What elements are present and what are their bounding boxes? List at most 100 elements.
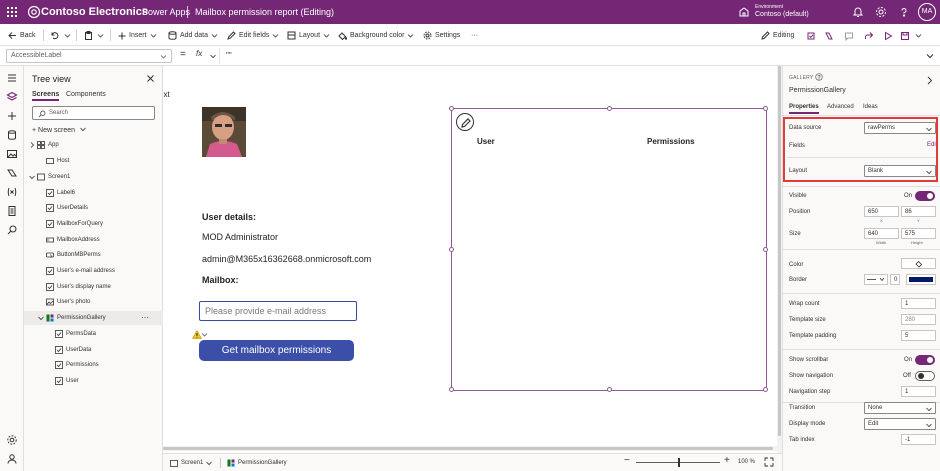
border-style-dropdown[interactable] xyxy=(864,274,888,285)
resize-handle[interactable] xyxy=(607,106,612,111)
tree-item-user[interactable]: User xyxy=(24,374,163,388)
border-color-button[interactable] xyxy=(906,274,936,285)
control-name[interactable]: PermissionGallery xyxy=(789,87,846,94)
help-icon[interactable] xyxy=(898,6,910,18)
display-mode-dropdown[interactable]: Edit xyxy=(864,418,936,430)
paste-button[interactable] xyxy=(84,30,96,41)
undo-button[interactable] xyxy=(50,30,62,41)
undo-dropdown[interactable] xyxy=(64,30,74,41)
tab-screens[interactable]: Screens xyxy=(32,91,60,101)
hamburger-icon[interactable] xyxy=(6,72,18,84)
mailbox-label[interactable]: Mailbox: xyxy=(202,275,239,285)
gallery-header-permissions[interactable]: Permissions xyxy=(647,137,695,146)
user-avatar[interactable]: MA xyxy=(918,3,936,21)
more-commands-button[interactable]: ··· xyxy=(471,30,478,41)
color-picker-button[interactable] xyxy=(901,258,936,269)
template-size-input[interactable]: 280 xyxy=(901,314,936,325)
canvas-horizontal-scrollbar[interactable] xyxy=(163,446,777,451)
environment-icon[interactable] xyxy=(738,6,750,18)
insert-icon[interactable] xyxy=(6,110,18,122)
save-button[interactable] xyxy=(900,30,913,41)
power-automate-rail-icon[interactable] xyxy=(6,167,18,179)
tree-item-user-display-name[interactable]: User's display name xyxy=(24,280,163,294)
expand-formula-icon[interactable] xyxy=(924,50,936,62)
add-data-button[interactable]: Add data xyxy=(168,30,221,41)
get-mailbox-permissions-button[interactable]: Get mailbox permissions xyxy=(199,340,354,361)
app-checker-button[interactable] xyxy=(806,30,819,41)
settings-button[interactable]: Settings xyxy=(423,30,460,41)
zoom-out-button[interactable]: − xyxy=(624,455,630,466)
brand-name[interactable]: Contoso Electronics xyxy=(41,6,148,18)
share-button[interactable] xyxy=(864,30,877,41)
tab-ideas[interactable]: Ideas xyxy=(863,104,878,110)
user-email-address[interactable]: admin@M365x16362668.onmicrosoft.com xyxy=(202,254,371,264)
product-name[interactable]: Power Apps xyxy=(142,7,190,17)
user-display-name[interactable]: MOD Administrator xyxy=(202,232,278,242)
resize-handle[interactable] xyxy=(763,387,768,392)
waffle-icon[interactable] xyxy=(6,6,18,18)
tree-item-userdata[interactable]: UserData xyxy=(24,343,163,357)
settings-gear-icon[interactable] xyxy=(875,6,887,18)
wrap-count-input[interactable]: 1 xyxy=(901,298,936,309)
tree-item-app[interactable]: App xyxy=(24,138,163,152)
more-options-icon[interactable]: ··· xyxy=(141,313,149,322)
tree-item-mailboxforquery[interactable]: MailboxForQuery xyxy=(24,217,163,231)
virtual-agent-icon[interactable] xyxy=(6,453,18,465)
close-icon[interactable] xyxy=(146,74,155,83)
tab-index-input[interactable]: -1 xyxy=(901,434,936,445)
comments-button[interactable] xyxy=(844,30,857,41)
insert-button[interactable]: Insert xyxy=(118,30,160,41)
resize-handle[interactable] xyxy=(763,106,768,111)
advanced-tools-icon[interactable] xyxy=(6,205,18,217)
settings-rail-icon[interactable] xyxy=(6,434,18,446)
template-padding-input[interactable]: 5 xyxy=(901,330,936,341)
background-color-button[interactable]: Background color xyxy=(338,30,417,41)
tab-properties[interactable]: Properties xyxy=(789,104,819,114)
search-rail-icon[interactable] xyxy=(6,224,18,236)
show-scrollbar-toggle[interactable] xyxy=(915,355,935,365)
design-canvas[interactable]: ext User details: MOD Administrator admi… xyxy=(163,66,777,453)
zoom-slider-thumb[interactable] xyxy=(678,458,680,467)
tab-components[interactable]: Components xyxy=(66,91,106,98)
fit-to-window-icon[interactable] xyxy=(764,457,774,467)
media-icon[interactable] xyxy=(6,148,18,160)
size-width-input[interactable]: 640 xyxy=(864,228,899,239)
user-details-label[interactable]: User details: xyxy=(202,212,256,222)
preview-play-button[interactable] xyxy=(883,30,896,41)
position-x-input[interactable]: 650 xyxy=(864,206,899,217)
tree-item-mailboxaddress[interactable]: MailboxAddress xyxy=(24,233,163,247)
label6-fragment[interactable]: ext xyxy=(163,90,170,99)
tree-item-screen1[interactable]: Screen1 xyxy=(24,170,163,184)
tree-search-input[interactable]: Search xyxy=(32,106,155,120)
breadcrumb-control[interactable]: PermissionGallery xyxy=(227,458,287,468)
visible-toggle[interactable] xyxy=(915,191,935,201)
fx-button[interactable]: fx xyxy=(196,49,220,63)
tree-item-permsdata[interactable]: PermsData xyxy=(24,327,163,341)
scrollbar-thumb[interactable] xyxy=(163,447,773,450)
position-y-input[interactable]: 86 xyxy=(901,206,936,217)
paste-dropdown[interactable] xyxy=(97,30,107,41)
new-screen-button[interactable]: + New screen xyxy=(32,126,86,134)
gallery-header-user[interactable]: User xyxy=(477,137,495,146)
mailbox-address-input[interactable] xyxy=(205,303,355,319)
tree-item-buttonmbperms[interactable]: ButtonMBPerms xyxy=(24,248,163,262)
property-selector[interactable]: AccessibleLabel xyxy=(6,49,172,63)
notifications-icon[interactable] xyxy=(852,6,864,18)
resize-handle[interactable] xyxy=(607,387,612,392)
tree-item-userdetails[interactable]: UserDetails xyxy=(24,201,163,215)
tree-item-permissiongallery[interactable]: PermissionGallery ··· xyxy=(24,311,163,325)
navigation-step-input[interactable]: 1 xyxy=(901,386,936,397)
publish-dropdown[interactable] xyxy=(915,30,925,41)
layout-button[interactable]: Layout xyxy=(287,30,333,41)
formula-input[interactable]: "" xyxy=(226,51,232,60)
resize-handle[interactable] xyxy=(449,387,454,392)
help-icon[interactable] xyxy=(815,73,823,81)
tree-item-user-photo[interactable]: User's photo xyxy=(24,295,163,309)
resize-handle[interactable] xyxy=(763,247,768,252)
user-photo-image[interactable] xyxy=(202,107,246,157)
tab-advanced[interactable]: Advanced xyxy=(827,104,854,110)
environment-name[interactable]: Contoso (default) xyxy=(755,11,809,18)
border-width-input[interactable]: 0 xyxy=(890,274,900,285)
edit-gallery-icon[interactable] xyxy=(456,113,474,131)
permission-gallery[interactable]: User Permissions xyxy=(449,106,768,392)
